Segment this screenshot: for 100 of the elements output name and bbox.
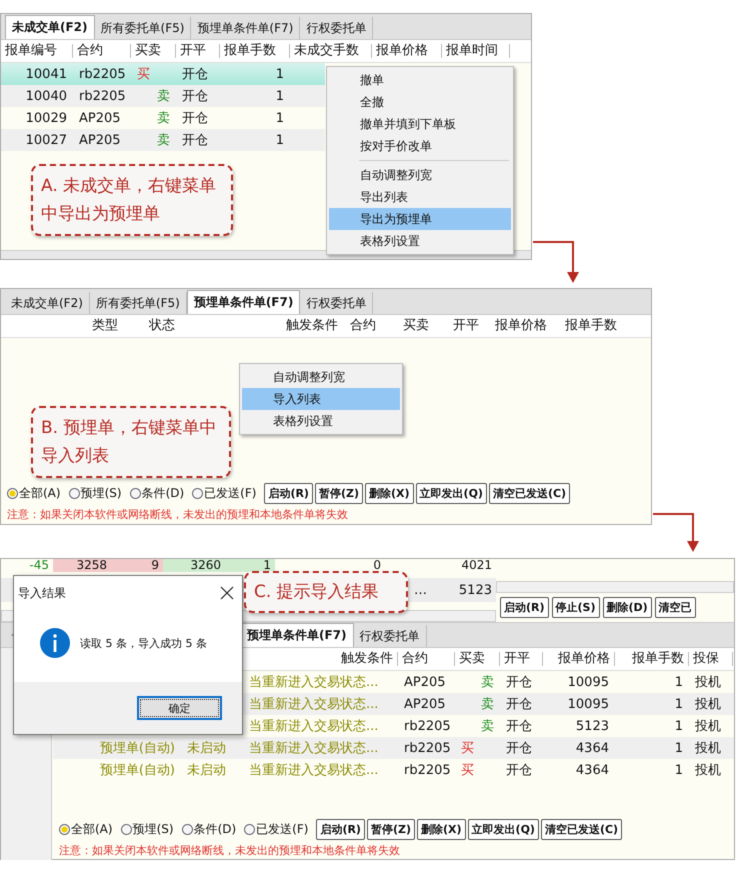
filter-radio[interactable]: 预埋(S)	[68, 485, 122, 502]
table-row[interactable]: 10027 AP205 卖 开仓 1	[1, 129, 325, 151]
table-cell-text: 4021	[460, 559, 493, 572]
action-button[interactable]: 暂停(Z)	[366, 819, 415, 840]
table-cell-text: -45	[28, 559, 50, 572]
action-button[interactable]: 清空已发送(C)	[488, 483, 570, 504]
tab[interactable]: 所有委托单(F5)	[94, 17, 192, 39]
table-row[interactable]: 预埋单(自动) 未启动 当重新进入交易状态... rb2205 买 开仓 4364 1 投机	[53, 737, 734, 759]
radio-icon[interactable]	[182, 824, 193, 835]
column-header[interactable]: 状态	[126, 319, 183, 333]
menu-item[interactable]: 撤单并填到下单板	[329, 113, 511, 135]
column-header[interactable]: 报单手数	[561, 319, 636, 333]
table-row[interactable]: 10029 AP205 卖 开仓 1	[1, 107, 325, 129]
action-button[interactable]: 暂停(Z)	[314, 483, 363, 504]
table-row[interactable]: 10040 rb2205 卖 开仓 1	[1, 85, 325, 107]
table-cell-text: 开仓	[505, 718, 533, 735]
menu-item[interactable]: 导出为预埋单	[329, 208, 511, 230]
radio-icon[interactable]	[244, 824, 256, 835]
action-button[interactable]: 停止(S)	[552, 597, 600, 618]
menu-item[interactable]: 导出列表	[329, 186, 511, 208]
table-cell-text: 卖	[156, 132, 171, 149]
radio-icon[interactable]	[120, 824, 132, 835]
action-button[interactable]: 启动(R)	[264, 483, 313, 504]
column-header[interactable]: 开平	[500, 652, 543, 666]
filter-radio[interactable]: 已发送(F)	[192, 485, 256, 502]
column-header[interactable]: 触发条件	[183, 319, 346, 333]
filter-radio[interactable]: 已发送(F)	[244, 821, 308, 838]
table-row[interactable]: 预埋单(自动) 未启动 当重新进入交易状态... rb2205 买 开仓 4364 1 投机	[53, 759, 734, 781]
column-header[interactable]: 类型	[1, 319, 126, 333]
tab[interactable]: 行权委托单	[300, 292, 374, 314]
column-header[interactable]: 报单价格	[491, 319, 561, 333]
tab[interactable]: 预埋单条件单(F7)	[240, 623, 354, 647]
column-header[interactable]: 合约	[346, 319, 399, 333]
filter-radio[interactable]: 预埋(S)	[120, 821, 174, 838]
filter-radio[interactable]: 全部(A)	[7, 485, 61, 502]
close-icon[interactable]	[220, 586, 234, 600]
column-header[interactable]: 买卖	[455, 652, 500, 666]
column-header[interactable]: 未成交手数	[290, 44, 372, 58]
column-header[interactable]: 开平	[449, 319, 491, 333]
column-header[interactable]: 买卖	[131, 44, 176, 58]
action-button[interactable]: 启动(R)	[500, 597, 549, 618]
radio-label[interactable]: 预埋(S)	[132, 821, 174, 838]
radio-label[interactable]: 全部(A)	[19, 485, 61, 502]
action-button[interactable]: 删除(X)	[365, 483, 414, 504]
table-cell-text: 5123	[574, 718, 610, 734]
radio-icon[interactable]	[7, 488, 18, 499]
scrollbar[interactable]	[496, 581, 734, 593]
table-row[interactable]: 10041 rb2205 买 开仓 1	[1, 63, 325, 85]
table-cell-text: 1	[274, 66, 285, 82]
column-header[interactable]: 报单手数	[220, 44, 290, 58]
action-button[interactable]: 启动(R)	[316, 819, 365, 840]
radio-label[interactable]: 条件(D)	[194, 821, 236, 838]
tab[interactable]: 行权委托单	[300, 17, 374, 39]
column-header[interactable]: 开平	[176, 44, 220, 58]
tab[interactable]: 行权委托单	[354, 625, 427, 647]
radio-icon[interactable]	[68, 488, 80, 499]
tab[interactable]: 未成交单(F2)	[5, 292, 90, 314]
menu-item[interactable]: 表格列设置	[329, 230, 511, 252]
column-header[interactable]: 买卖	[399, 319, 449, 333]
filter-radio[interactable]: 条件(D)	[130, 485, 184, 502]
ok-button[interactable]: 确定	[137, 696, 222, 720]
table-cell-text: 当重新进入交易状态...	[248, 696, 380, 713]
menu-item[interactable]: 表格列设置	[242, 410, 400, 432]
action-button[interactable]: 清空已发送(C)	[540, 819, 622, 840]
menu-item[interactable]: 全撤	[329, 91, 511, 113]
tab[interactable]: 预埋单条件单(F7)	[186, 290, 300, 314]
table-cell-text: AP205	[78, 110, 122, 126]
radio-icon[interactable]	[59, 824, 70, 835]
tab[interactable]: 未成交单(F2)	[5, 15, 95, 39]
dialog-title: 导入结果	[18, 584, 66, 602]
filter-radio[interactable]: 条件(D)	[182, 821, 236, 838]
filter-radio[interactable]: 全部(A)	[59, 821, 113, 838]
menu-item[interactable]: 自动调整列宽	[329, 164, 511, 186]
action-button[interactable]: 立即发出(Q)	[468, 819, 539, 840]
column-header[interactable]: 报单时间	[442, 44, 510, 58]
column-header[interactable]: 报单价格	[372, 44, 442, 58]
action-button[interactable]: 删除(D)	[602, 597, 652, 618]
radio-label[interactable]: 已发送(F)	[204, 485, 256, 502]
table-cell-text: 4364	[574, 762, 610, 778]
action-button[interactable]: 立即发出(Q)	[416, 483, 487, 504]
action-button[interactable]: 清空已	[654, 597, 696, 618]
tab[interactable]: 预埋单条件单(F7)	[191, 17, 300, 39]
column-header[interactable]: 报单编号	[1, 44, 73, 58]
column-header[interactable]: 合约	[398, 652, 455, 666]
menu-item[interactable]: 撤单	[329, 69, 511, 91]
menu-item[interactable]: 按对手价改单	[329, 135, 511, 157]
radio-label[interactable]: 条件(D)	[142, 485, 184, 502]
table-cell-text: 10040	[24, 88, 68, 104]
radio-label[interactable]: 已发送(F)	[256, 821, 308, 838]
radio-icon[interactable]	[130, 488, 141, 499]
radio-label[interactable]: 全部(A)	[71, 821, 113, 838]
column-header[interactable]: 报单手数	[615, 652, 689, 666]
menu-item[interactable]: 自动调整列宽	[242, 366, 400, 388]
action-button[interactable]: 删除(X)	[417, 819, 466, 840]
column-header[interactable]: 报单价格	[543, 652, 615, 666]
radio-icon[interactable]	[192, 488, 204, 499]
column-header[interactable]: 投保	[689, 652, 733, 666]
radio-label[interactable]: 预埋(S)	[80, 485, 122, 502]
column-header[interactable]: 合约	[73, 44, 131, 58]
menu-item[interactable]: 导入列表	[242, 388, 400, 410]
